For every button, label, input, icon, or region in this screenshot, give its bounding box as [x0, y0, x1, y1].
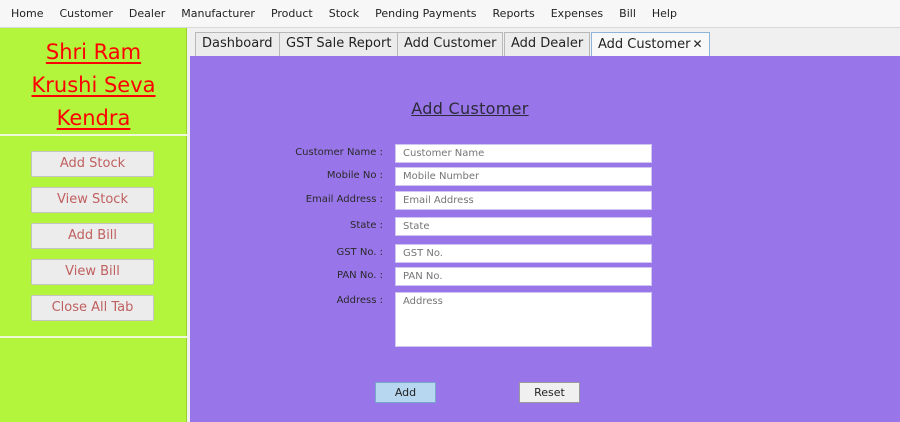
gst-no-label: GST No. : — [336, 247, 383, 258]
tab-label: Add Customer — [598, 37, 691, 52]
brand-title: Shri Ram Krushi Seva Kendra — [0, 36, 187, 135]
add-customer-panel: Add Customer Customer Name : Mobile No :… — [190, 56, 900, 422]
customer-name-field[interactable] — [395, 144, 652, 163]
add-bill-button[interactable]: Add Bill — [31, 223, 154, 249]
brand-line-3: Kendra — [56, 106, 131, 130]
address-label: Address : — [336, 295, 383, 306]
brand-line-1: Shri Ram — [45, 40, 142, 64]
add-stock-button[interactable]: Add Stock — [31, 151, 154, 177]
menu-stock[interactable]: Stock — [321, 0, 367, 28]
pan-no-field[interactable] — [395, 267, 652, 286]
email-address-field[interactable] — [395, 191, 652, 210]
view-stock-button[interactable]: View Stock — [31, 187, 154, 213]
tab-label: Add Customer — [404, 36, 497, 51]
sidebar: Shri Ram Krushi Seva Kendra Add Stock Vi… — [0, 28, 187, 422]
mobile-no-label: Mobile No : — [326, 170, 383, 181]
tab-strip: Dashboard GST Sale Report Add Customer A… — [190, 28, 900, 56]
tab-label: Dashboard — [202, 36, 273, 51]
tab-add-customer-active[interactable]: Add Customer ✕ — [591, 32, 710, 56]
menu-help[interactable]: Help — [644, 0, 685, 28]
menu-expenses[interactable]: Expenses — [543, 0, 611, 28]
state-field[interactable] — [395, 217, 652, 236]
mobile-number-field[interactable] — [395, 167, 652, 186]
gst-no-field[interactable] — [395, 244, 652, 263]
close-all-tab-button[interactable]: Close All Tab — [31, 295, 154, 321]
menu-customer[interactable]: Customer — [51, 0, 120, 28]
menu-bill[interactable]: Bill — [611, 0, 644, 28]
menu-home[interactable]: Home — [3, 0, 51, 28]
menu-pending-payments[interactable]: Pending Payments — [367, 0, 484, 28]
customer-name-label: Customer Name : — [295, 147, 383, 158]
menu-dealer[interactable]: Dealer — [121, 0, 173, 28]
close-icon[interactable]: ✕ — [692, 37, 702, 51]
address-field[interactable] — [395, 292, 652, 347]
state-label: State : — [349, 220, 383, 231]
menu-bar: Home Customer Dealer Manufacturer Produc… — [0, 0, 900, 28]
tab-label: GST Sale Report — [286, 36, 392, 51]
brand-line-2: Krushi Seva — [31, 73, 156, 97]
pan-no-label: PAN No. : — [336, 270, 383, 281]
menu-manufacturer[interactable]: Manufacturer — [173, 0, 263, 28]
view-bill-button[interactable]: View Bill — [31, 259, 154, 285]
tab-label: Add Dealer — [511, 36, 584, 51]
tab-add-customer[interactable]: Add Customer — [397, 32, 504, 56]
tab-gst-sale-report[interactable]: GST Sale Report — [279, 32, 399, 56]
email-address-label: Email Address : — [305, 194, 383, 205]
menu-reports[interactable]: Reports — [485, 0, 543, 28]
sidebar-divider-top — [0, 134, 187, 136]
tab-dashboard[interactable]: Dashboard — [195, 32, 280, 56]
add-button[interactable]: Add — [375, 382, 436, 403]
reset-button[interactable]: Reset — [519, 382, 580, 403]
menu-product[interactable]: Product — [263, 0, 321, 28]
form-title: Add Customer — [411, 99, 529, 118]
sidebar-divider-bottom — [0, 336, 187, 338]
tab-add-dealer[interactable]: Add Dealer — [504, 32, 591, 56]
